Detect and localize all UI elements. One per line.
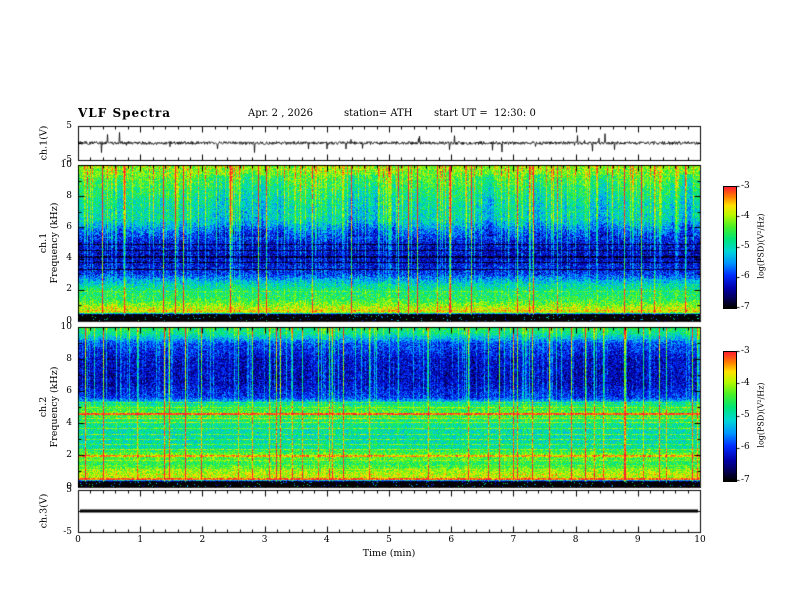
- x-tick-label: 2: [199, 535, 206, 545]
- volt-tick-label: -5: [63, 154, 72, 165]
- x-tick-label: 4: [323, 535, 330, 545]
- ch2-spec-axis-label-line1: ch.2: [38, 396, 49, 418]
- colorbar-tick-label: -6: [741, 442, 750, 453]
- freq-tick-label: 6: [66, 221, 72, 232]
- x-tick-label: 6: [448, 535, 455, 545]
- freq-tick-label: 2: [66, 449, 72, 460]
- colorbar-tick-label: -6: [741, 271, 750, 282]
- volt-tick-label: 5: [66, 484, 72, 495]
- colorbar-tick-label: -7: [741, 301, 750, 312]
- freq-tick-label: 4: [66, 253, 72, 264]
- ch2-spec-axis-label: ch.2 Frequency (kHz): [38, 367, 60, 448]
- freq-tick-label: 4: [66, 417, 72, 428]
- colorbar-tick-label: -5: [741, 410, 750, 420]
- ch1-spec-axis-label-line2: Frequency (kHz): [49, 202, 60, 284]
- freq-tick-label: 10: [60, 321, 72, 332]
- ch1-spec-axis-label-line1: ch.1: [38, 232, 49, 254]
- colorbar-tick-label: -7: [741, 474, 750, 485]
- ch2-spec-axis-label-line2: Frequency (kHz): [49, 366, 60, 448]
- x-tick-label: 8: [572, 535, 579, 545]
- ch3-volt-axis-label: ch.3(V): [38, 493, 50, 529]
- colorbar-tick-label: -4: [741, 210, 750, 221]
- freq-tick-label: 2: [66, 284, 72, 295]
- x-tick-label: 9: [634, 535, 641, 545]
- x-tick-label: 3: [261, 535, 268, 545]
- x-tick-label: 7: [510, 535, 517, 545]
- volt-tick-label: 5: [66, 120, 72, 131]
- x-tick-label: 1: [137, 535, 144, 545]
- ch1-volt-axis-label: ch.1(V): [38, 125, 50, 161]
- x-axis-title: Time (min): [362, 548, 416, 559]
- freq-tick-label: 8: [66, 190, 72, 201]
- x-tick-label: 10: [694, 535, 706, 545]
- colorbar1-label: log(PSD)(V²/Hz): [756, 213, 766, 279]
- vlf-spectra-figure: VLF Spectra Apr. 2 , 2026 station= ATH s…: [0, 0, 792, 612]
- freq-tick-label: 6: [66, 385, 72, 396]
- axes-overlay-canvas: [0, 0, 792, 612]
- x-tick-label: 5: [386, 535, 392, 545]
- colorbar-tick-label: -5: [741, 241, 750, 251]
- colorbar-tick-label: -3: [741, 345, 750, 356]
- ch1-spec-axis-label: ch.1 Frequency (kHz): [38, 203, 60, 284]
- colorbar-tick-label: -3: [741, 180, 750, 191]
- colorbar-tick-label: -4: [741, 377, 750, 388]
- colorbar2-label: log(PSD)(V²/Hz): [756, 382, 766, 448]
- freq-tick-label: 8: [66, 353, 72, 364]
- volt-tick-label: -5: [63, 526, 72, 537]
